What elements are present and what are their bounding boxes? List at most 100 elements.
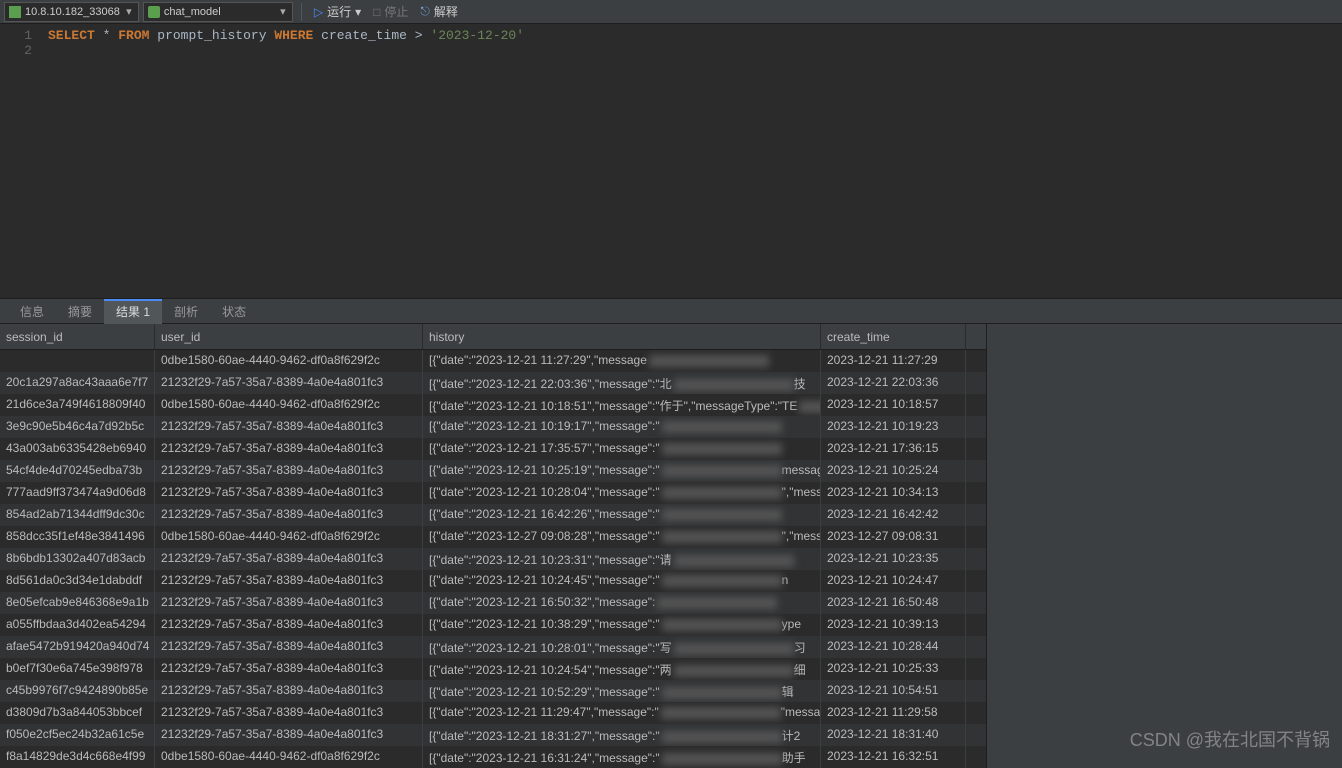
cell-create-time[interactable]: 2023-12-21 10:24:47 — [821, 570, 966, 592]
col-header-create-time[interactable]: create_time — [821, 324, 966, 349]
run-button[interactable]: ▷ 运行 ▾ — [310, 2, 365, 22]
tab-profile[interactable]: 剖析 — [162, 299, 210, 324]
cell-create-time[interactable]: 2023-12-27 09:08:31 — [821, 526, 966, 548]
cell-history[interactable]: [{"date":"2023-12-21 16:31:24","message"… — [423, 746, 821, 768]
cell-history[interactable]: [{"date":"2023-12-21 22:03:36","message"… — [423, 372, 821, 394]
cell-user-id[interactable]: 0dbe1580-60ae-4440-9462-df0a8f629f2c — [155, 746, 423, 768]
tab-info[interactable]: 信息 — [8, 299, 56, 324]
table-row[interactable]: 20c1a297a8ac43aaa6e7f721232f29-7a57-35a7… — [0, 372, 986, 394]
table-row[interactable]: 43a003ab6335428eb694021232f29-7a57-35a7-… — [0, 438, 986, 460]
table-row[interactable]: b0ef7f30e6a745e398f97821232f29-7a57-35a7… — [0, 658, 986, 680]
table-row[interactable]: 54cf4de4d70245edba73b21232f29-7a57-35a7-… — [0, 460, 986, 482]
cell-user-id[interactable]: 21232f29-7a57-35a7-8389-4a0e4a801fc3 — [155, 504, 423, 526]
cell-user-id[interactable]: 21232f29-7a57-35a7-8389-4a0e4a801fc3 — [155, 592, 423, 614]
cell-session-id[interactable]: afae5472b919420a940d74 — [0, 636, 155, 658]
cell-history[interactable]: [{"date":"2023-12-21 10:38:29","message"… — [423, 614, 821, 636]
cell-create-time[interactable]: 2023-12-21 16:50:48 — [821, 592, 966, 614]
cell-history[interactable]: [{"date":"2023-12-21 10:18:51","message"… — [423, 394, 821, 416]
cell-create-time[interactable]: 2023-12-21 10:19:23 — [821, 416, 966, 438]
cell-create-time[interactable]: 2023-12-21 10:54:51 — [821, 680, 966, 702]
grid-body[interactable]: 0dbe1580-60ae-4440-9462-df0a8f629f2c[{"d… — [0, 350, 986, 768]
cell-session-id[interactable]: 3e9c90e5b46c4a7d92b5c — [0, 416, 155, 438]
col-header-session-id[interactable]: session_id — [0, 324, 155, 349]
cell-session-id[interactable]: 777aad9ff373474a9d06d8 — [0, 482, 155, 504]
cell-create-time[interactable]: 2023-12-21 16:42:42 — [821, 504, 966, 526]
cell-history[interactable]: [{"date":"2023-12-21 10:24:54","message"… — [423, 658, 821, 680]
cell-user-id[interactable]: 21232f29-7a57-35a7-8389-4a0e4a801fc3 — [155, 438, 423, 460]
col-header-user-id[interactable]: user_id — [155, 324, 423, 349]
cell-user-id[interactable]: 21232f29-7a57-35a7-8389-4a0e4a801fc3 — [155, 614, 423, 636]
cell-session-id[interactable]: 8d561da0c3d34e1dabddf — [0, 570, 155, 592]
cell-session-id[interactable] — [0, 350, 155, 372]
connection-selector[interactable]: 10.8.10.182_33068 ▾ — [4, 2, 139, 22]
cell-user-id[interactable]: 21232f29-7a57-35a7-8389-4a0e4a801fc3 — [155, 482, 423, 504]
cell-user-id[interactable]: 21232f29-7a57-35a7-8389-4a0e4a801fc3 — [155, 680, 423, 702]
cell-user-id[interactable]: 21232f29-7a57-35a7-8389-4a0e4a801fc3 — [155, 460, 423, 482]
table-row[interactable]: afae5472b919420a940d7421232f29-7a57-35a7… — [0, 636, 986, 658]
cell-user-id[interactable]: 0dbe1580-60ae-4440-9462-df0a8f629f2c — [155, 526, 423, 548]
tab-status[interactable]: 状态 — [210, 299, 258, 324]
cell-create-time[interactable]: 2023-12-21 11:27:29 — [821, 350, 966, 372]
code-area[interactable]: SELECT * FROM prompt_history WHERE creat… — [40, 24, 1342, 298]
cell-history[interactable]: [{"date":"2023-12-21 10:28:01","message"… — [423, 636, 821, 658]
table-row[interactable]: 777aad9ff373474a9d06d821232f29-7a57-35a7… — [0, 482, 986, 504]
table-row[interactable]: a055ffbdaa3d402ea5429421232f29-7a57-35a7… — [0, 614, 986, 636]
cell-session-id[interactable]: f8a14829de3d4c668e4f99 — [0, 746, 155, 768]
cell-history[interactable]: [{"date":"2023-12-21 10:28:04","message"… — [423, 482, 821, 504]
table-row[interactable]: d3809d7b3a844053bbcef21232f29-7a57-35a7-… — [0, 702, 986, 724]
table-row[interactable]: 8d561da0c3d34e1dabddf21232f29-7a57-35a7-… — [0, 570, 986, 592]
cell-user-id[interactable]: 21232f29-7a57-35a7-8389-4a0e4a801fc3 — [155, 658, 423, 680]
cell-user-id[interactable]: 21232f29-7a57-35a7-8389-4a0e4a801fc3 — [155, 724, 423, 746]
cell-session-id[interactable]: 8b6bdb13302a407d83acb — [0, 548, 155, 570]
table-row[interactable]: 8e05efcab9e846368e9a1b21232f29-7a57-35a7… — [0, 592, 986, 614]
cell-history[interactable]: [{"date":"2023-12-21 17:35:57","message"… — [423, 438, 821, 460]
cell-user-id[interactable]: 21232f29-7a57-35a7-8389-4a0e4a801fc3 — [155, 548, 423, 570]
cell-create-time[interactable]: 2023-12-21 10:39:13 — [821, 614, 966, 636]
cell-session-id[interactable]: 54cf4de4d70245edba73b — [0, 460, 155, 482]
tab-result[interactable]: 结果 1 — [104, 299, 162, 324]
cell-create-time[interactable]: 2023-12-21 10:34:13 — [821, 482, 966, 504]
cell-history[interactable]: [{"date":"2023-12-21 10:24:45","message"… — [423, 570, 821, 592]
cell-create-time[interactable]: 2023-12-21 18:31:40 — [821, 724, 966, 746]
cell-create-time[interactable]: 2023-12-21 22:03:36 — [821, 372, 966, 394]
cell-session-id[interactable]: d3809d7b3a844053bbcef — [0, 702, 155, 724]
cell-history[interactable]: [{"date":"2023-12-21 16:42:26","message"… — [423, 504, 821, 526]
cell-user-id[interactable]: 21232f29-7a57-35a7-8389-4a0e4a801fc3 — [155, 570, 423, 592]
cell-session-id[interactable]: 858dcc35f1ef48e3841496 — [0, 526, 155, 548]
table-row[interactable]: 8b6bdb13302a407d83acb21232f29-7a57-35a7-… — [0, 548, 986, 570]
cell-user-id[interactable]: 21232f29-7a57-35a7-8389-4a0e4a801fc3 — [155, 372, 423, 394]
table-row[interactable]: f8a14829de3d4c668e4f990dbe1580-60ae-4440… — [0, 746, 986, 768]
cell-session-id[interactable]: 43a003ab6335428eb6940 — [0, 438, 155, 460]
sql-editor[interactable]: 1 2 SELECT * FROM prompt_history WHERE c… — [0, 24, 1342, 298]
table-row[interactable]: 854ad2ab71344dff9dc30c21232f29-7a57-35a7… — [0, 504, 986, 526]
cell-user-id[interactable]: 21232f29-7a57-35a7-8389-4a0e4a801fc3 — [155, 636, 423, 658]
cell-create-time[interactable]: 2023-12-21 10:23:35 — [821, 548, 966, 570]
cell-session-id[interactable]: f050e2cf5ec24b32a61c5e — [0, 724, 155, 746]
cell-user-id[interactable]: 21232f29-7a57-35a7-8389-4a0e4a801fc3 — [155, 416, 423, 438]
cell-session-id[interactable]: 8e05efcab9e846368e9a1b — [0, 592, 155, 614]
tab-summary[interactable]: 摘要 — [56, 299, 104, 324]
table-row[interactable]: c45b9976f7c9424890b85e21232f29-7a57-35a7… — [0, 680, 986, 702]
col-header-history[interactable]: history — [423, 324, 821, 349]
cell-session-id[interactable]: 21d6ce3a749f4618809f40 — [0, 394, 155, 416]
cell-history[interactable]: [{"date":"2023-12-21 16:50:32","message"… — [423, 592, 821, 614]
cell-session-id[interactable]: a055ffbdaa3d402ea54294 — [0, 614, 155, 636]
cell-session-id[interactable]: b0ef7f30e6a745e398f978 — [0, 658, 155, 680]
table-row[interactable]: 858dcc35f1ef48e38414960dbe1580-60ae-4440… — [0, 526, 986, 548]
cell-create-time[interactable]: 2023-12-21 11:29:58 — [821, 702, 966, 724]
table-row[interactable]: f050e2cf5ec24b32a61c5e21232f29-7a57-35a7… — [0, 724, 986, 746]
cell-create-time[interactable]: 2023-12-21 16:32:51 — [821, 746, 966, 768]
cell-history[interactable]: [{"date":"2023-12-21 10:23:31","message"… — [423, 548, 821, 570]
cell-history[interactable]: [{"date":"2023-12-27 09:08:28","message"… — [423, 526, 821, 548]
cell-history[interactable]: [{"date":"2023-12-21 10:19:17","message"… — [423, 416, 821, 438]
cell-session-id[interactable]: c45b9976f7c9424890b85e — [0, 680, 155, 702]
cell-create-time[interactable]: 2023-12-21 10:18:57 — [821, 394, 966, 416]
table-row[interactable]: 21d6ce3a749f4618809f400dbe1580-60ae-4440… — [0, 394, 986, 416]
database-selector[interactable]: chat_model ▾ — [143, 2, 293, 22]
table-row[interactable]: 0dbe1580-60ae-4440-9462-df0a8f629f2c[{"d… — [0, 350, 986, 372]
cell-create-time[interactable]: 2023-12-21 17:36:15 — [821, 438, 966, 460]
cell-create-time[interactable]: 2023-12-21 10:25:24 — [821, 460, 966, 482]
cell-create-time[interactable]: 2023-12-21 10:25:33 — [821, 658, 966, 680]
cell-session-id[interactable]: 854ad2ab71344dff9dc30c — [0, 504, 155, 526]
cell-create-time[interactable]: 2023-12-21 10:28:44 — [821, 636, 966, 658]
